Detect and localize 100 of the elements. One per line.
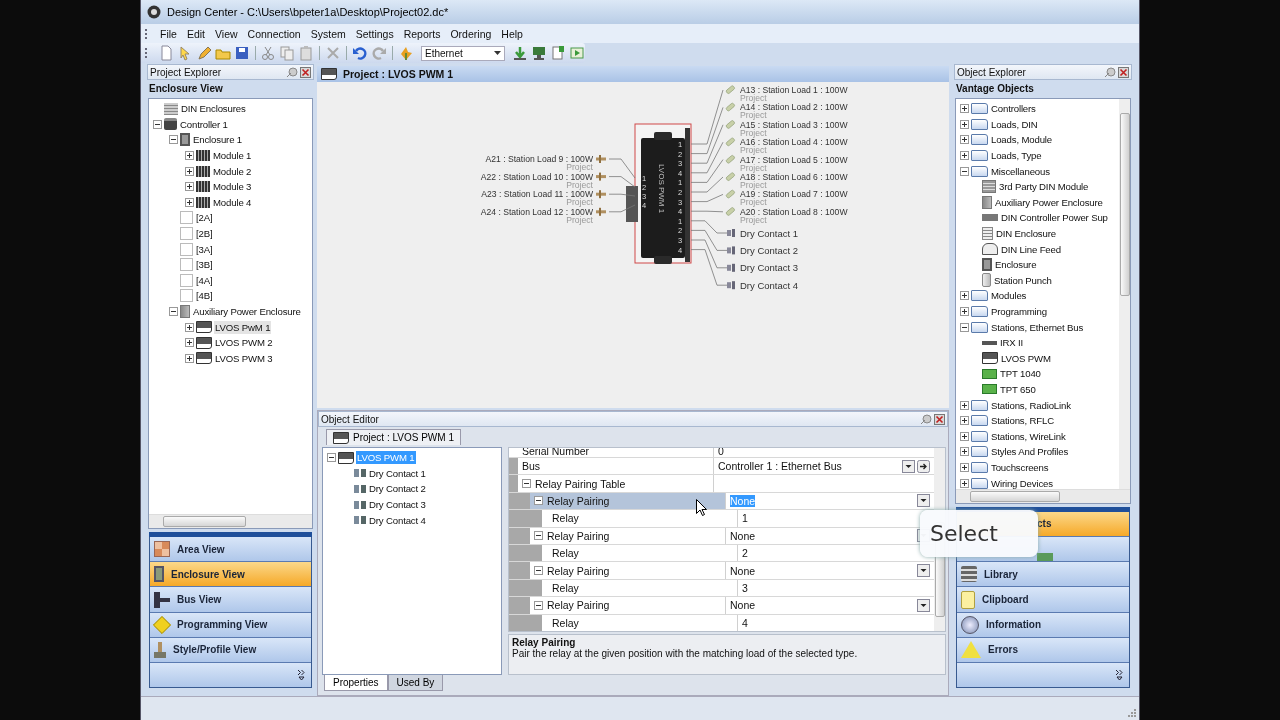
load-label[interactable]: A20 : Station Load 8 : 100W xyxy=(740,206,848,217)
expander-icon[interactable] xyxy=(522,479,531,489)
expander-icon[interactable] xyxy=(960,291,969,301)
tree-item[interactable]: Styles And Profiles xyxy=(990,445,1070,459)
load-label[interactable]: A17 : Station Load 5 : 100W xyxy=(740,154,848,165)
tree-item[interactable]: Auxiliary Power Enclosure xyxy=(192,305,302,318)
expander-icon[interactable] xyxy=(185,322,194,332)
menu-item[interactable]: Edit xyxy=(181,27,210,40)
nav-item[interactable]: Library xyxy=(957,562,1129,588)
pencil-icon[interactable] xyxy=(195,45,212,61)
tree-item[interactable]: [3B] xyxy=(195,258,214,272)
expander-icon[interactable] xyxy=(534,600,543,610)
load-label[interactable]: A21 : Station Load 9 : 100W xyxy=(485,154,593,164)
horizontal-scrollbar[interactable] xyxy=(956,488,1130,503)
tree-item[interactable]: [2B] xyxy=(195,227,214,241)
horizontal-scrollbar[interactable] xyxy=(149,514,312,529)
property-value[interactable]: 4 xyxy=(742,616,930,629)
tab[interactable]: Used By xyxy=(387,675,444,691)
contact-label[interactable]: Dry Contact 4 xyxy=(740,279,799,291)
tree-item[interactable]: Stations, Ethernet Bus xyxy=(990,320,1085,334)
nav-item[interactable]: Clipboard xyxy=(957,587,1129,613)
close-icon[interactable] xyxy=(1118,66,1129,78)
tree-item[interactable]: 3rd Party DIN Module xyxy=(998,180,1090,194)
tree-item[interactable]: [2A] xyxy=(195,211,214,225)
tree-item[interactable]: Stations, WireLink xyxy=(990,429,1067,443)
download-icon[interactable] xyxy=(512,45,528,61)
expander-icon[interactable] xyxy=(169,307,178,316)
expander-icon[interactable] xyxy=(960,307,969,316)
vertical-scrollbar[interactable] xyxy=(1119,99,1130,489)
tree-item[interactable]: TPT 1040 xyxy=(999,367,1042,381)
dropdown-button[interactable] xyxy=(917,494,930,508)
property-name-cell[interactable]: Relay Pairing xyxy=(530,527,726,544)
tree-item[interactable]: Programming xyxy=(990,305,1048,318)
property-name-cell[interactable]: Relay Pairing xyxy=(530,597,726,614)
expander-icon[interactable] xyxy=(960,400,969,410)
load-label[interactable]: A18 : Station Load 6 : 100W xyxy=(740,172,848,182)
tree-item[interactable]: Wiring Devices xyxy=(990,476,1054,489)
run-icon[interactable] xyxy=(569,45,585,61)
tree-item[interactable]: Miscellaneous xyxy=(990,164,1051,178)
expander-icon[interactable] xyxy=(185,166,194,176)
expander-icon[interactable] xyxy=(960,447,969,457)
nav-item[interactable]: Style/Profile View xyxy=(150,637,311,663)
tree-item[interactable]: [4A] xyxy=(195,273,214,287)
resize-grip-icon[interactable] xyxy=(1126,707,1136,717)
close-icon[interactable] xyxy=(934,413,945,425)
tree-item[interactable]: Controller 1 xyxy=(179,117,229,131)
nav-item[interactable]: Area View xyxy=(150,537,311,563)
close-icon[interactable] xyxy=(300,66,311,78)
expander-icon[interactable] xyxy=(960,416,969,426)
tree-item[interactable]: Auxiliary Power Enclosure xyxy=(994,195,1104,209)
load-label[interactable]: A13 : Station Load 1 : 100W xyxy=(740,85,848,95)
scissors-icon[interactable] xyxy=(260,45,277,61)
tree-item[interactable]: Stations, RadioLink xyxy=(990,398,1072,412)
tree-item[interactable]: Module 4 xyxy=(212,195,253,209)
expander-icon[interactable] xyxy=(960,478,969,488)
load-label[interactable]: A23 : Station Load 11 : 100W xyxy=(481,189,593,200)
expander-icon[interactable] xyxy=(960,166,969,176)
property-name-cell[interactable]: Relay xyxy=(542,614,738,631)
expander-icon[interactable] xyxy=(960,135,969,145)
arrow-button[interactable] xyxy=(917,459,930,473)
device-body-drawing[interactable] xyxy=(626,128,690,264)
expander-icon[interactable] xyxy=(185,151,194,161)
expander-icon[interactable] xyxy=(534,566,543,576)
tree-item[interactable]: Loads, DIN xyxy=(990,117,1039,131)
expander-icon[interactable] xyxy=(960,322,969,332)
tree-item[interactable]: Dry Contact 4 xyxy=(368,513,427,527)
tree-item[interactable]: LVOS PWM xyxy=(1000,351,1052,365)
tree-item[interactable]: [4B] xyxy=(195,289,214,303)
tree-item[interactable]: Loads, Type xyxy=(990,149,1043,163)
menu-item[interactable]: Settings xyxy=(350,27,399,40)
tree-item[interactable]: DIN Line Feed xyxy=(1000,242,1062,256)
expander-icon[interactable] xyxy=(153,119,162,129)
property-name-cell[interactable]: Serial Number xyxy=(518,448,714,457)
property-name-cell[interactable]: Relay xyxy=(542,544,738,562)
undo-icon[interactable] xyxy=(352,45,369,61)
contact-label[interactable]: Dry Contact 1 xyxy=(740,227,799,239)
tree-item[interactable]: [3A] xyxy=(195,242,214,256)
tree-item[interactable]: Stations, RFLC xyxy=(990,414,1055,428)
load-label[interactable]: A22 : Station Load 10 : 100W xyxy=(480,171,593,182)
tree-item[interactable]: Module 2 xyxy=(212,164,253,178)
chevron-icon[interactable] xyxy=(1116,670,1123,680)
property-value[interactable]: None xyxy=(730,564,915,577)
save-icon[interactable] xyxy=(233,45,250,61)
menu-item[interactable]: Ordering xyxy=(445,27,497,40)
property-value[interactable]: 0 xyxy=(718,448,930,457)
nav-item[interactable]: Information xyxy=(957,612,1129,638)
expander-icon[interactable] xyxy=(960,431,969,441)
property-value[interactable]: None xyxy=(730,529,915,542)
property-value[interactable]: None xyxy=(730,599,915,612)
splitter-handle[interactable] xyxy=(149,529,312,538)
menu-item[interactable]: System xyxy=(305,27,351,40)
tree-item[interactable]: Module 3 xyxy=(212,180,253,194)
tree-item[interactable]: Controllers xyxy=(990,102,1037,116)
tree-item[interactable]: DIN Enclosure xyxy=(995,227,1057,241)
menu-item[interactable]: File xyxy=(155,27,182,40)
tree-item[interactable]: Touchscreens xyxy=(990,460,1050,474)
tree-item[interactable]: Dry Contact 3 xyxy=(368,498,427,512)
menu-item[interactable]: Reports xyxy=(398,27,446,40)
network-icon[interactable] xyxy=(531,45,547,61)
tree-item[interactable]: Loads, Module xyxy=(990,133,1053,147)
